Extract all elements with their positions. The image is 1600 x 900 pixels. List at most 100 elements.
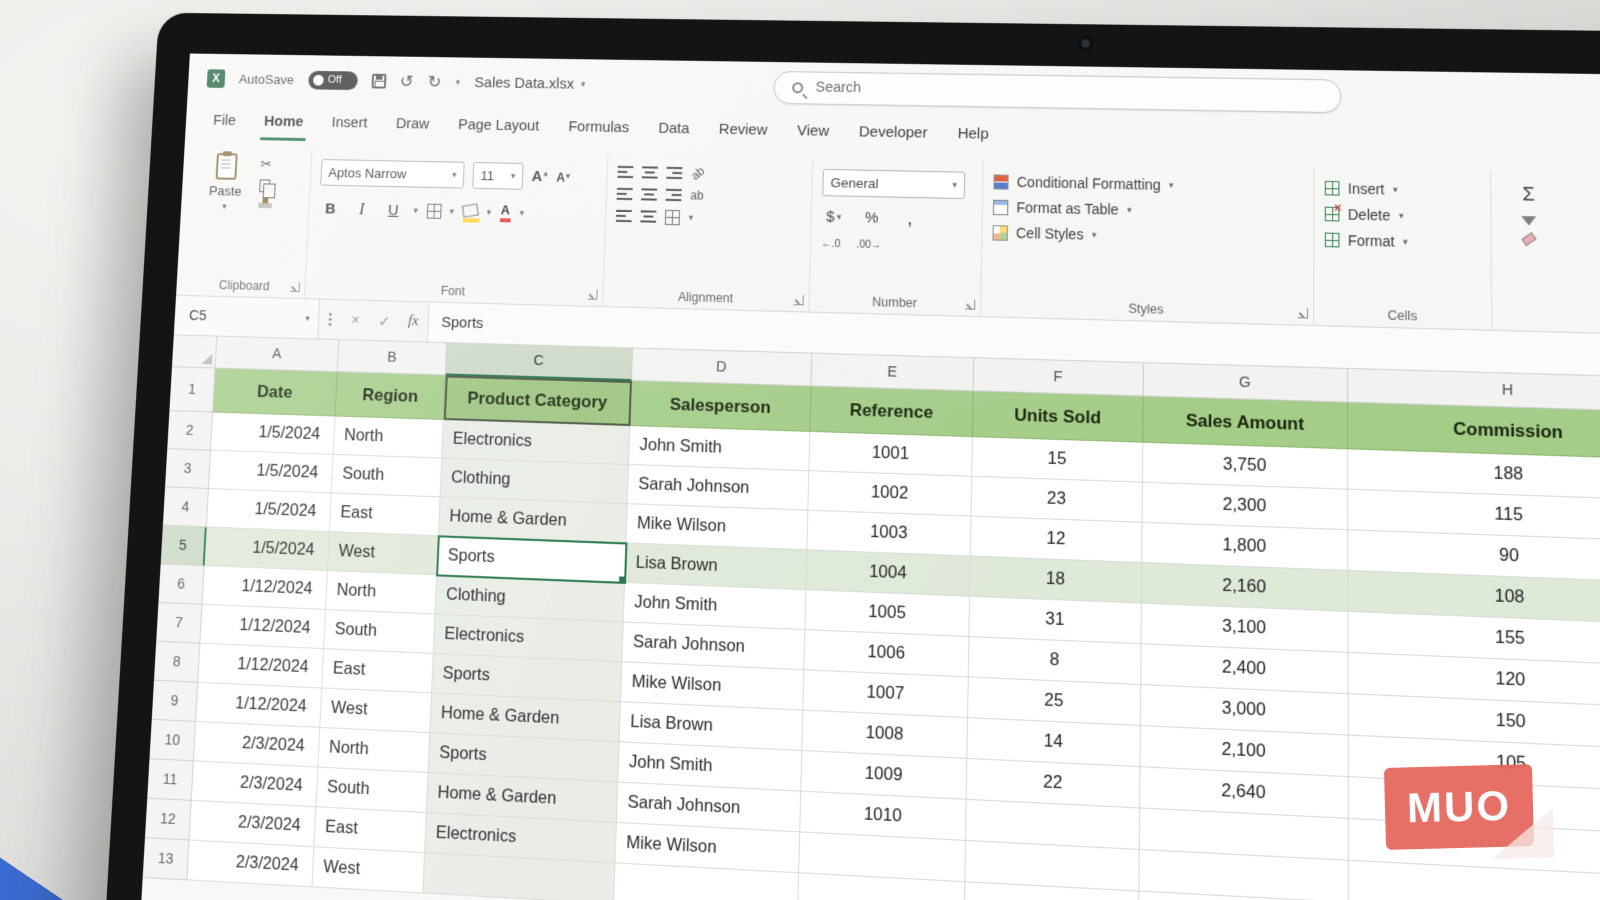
align-right-icon[interactable] [666,188,682,201]
cell-G1[interactable]: Sales Amount [1143,397,1348,450]
row-header-6[interactable]: 6 [158,564,204,605]
cell-D1[interactable]: Salesperson [630,381,811,432]
comma-format-button[interactable]: , [898,206,923,232]
column-header-F[interactable]: F [974,358,1144,396]
row-header-12[interactable]: 12 [145,799,192,841]
row-header-2[interactable]: 2 [167,411,213,451]
cell-A2[interactable]: 1/5/2024 [211,412,336,454]
row-header-7[interactable]: 7 [156,603,202,644]
cell-B3[interactable]: South [332,455,442,497]
name-box[interactable]: C5 ▾ [174,296,320,339]
cell-C3[interactable]: Clothing [441,459,630,505]
cell-A10[interactable]: 2/3/2024 [194,722,320,768]
cell-A7[interactable]: 1/12/2024 [200,605,326,649]
row-header-9[interactable]: 9 [152,681,198,722]
align-middle-icon[interactable] [642,166,658,179]
tab-insert[interactable]: Insert [317,104,383,142]
cell-D4[interactable]: Mike Wilson [626,504,808,550]
cell-B1[interactable]: Region [336,372,446,420]
align-left-icon[interactable] [617,187,633,200]
borders-icon[interactable] [426,204,441,219]
column-header-E[interactable]: E [811,354,974,392]
cell-B5[interactable]: West [328,532,439,575]
redo-icon[interactable]: ↻ [427,73,441,90]
cell-G2[interactable]: 3,750 [1143,443,1348,490]
align-bottom-icon[interactable] [666,166,682,179]
orientation-icon[interactable]: ab [688,164,707,183]
tab-file[interactable]: File [198,102,251,140]
cell-F1[interactable]: Units Sold [973,391,1144,442]
document-title[interactable]: Sales Data.xlsx ▾ [474,74,585,92]
cell-E3[interactable]: 1002 [808,471,972,516]
conditional-formatting-button[interactable]: Conditional Formatting ▾ [993,173,1303,196]
cell-B10[interactable]: North [318,728,430,773]
dialog-launcher-icon[interactable] [588,290,598,300]
column-header-A[interactable]: A [215,337,339,373]
cell-A13[interactable]: 2/3/2024 [187,841,314,888]
dialog-launcher-icon[interactable] [290,282,300,292]
cell-C1[interactable]: Product Category [444,375,632,426]
underline-options-icon[interactable]: ▾ [413,206,418,215]
undo-icon[interactable]: ↺ [400,73,414,90]
merge-center-icon[interactable] [665,210,680,225]
column-header-D[interactable]: D [632,349,812,387]
cell-B8[interactable]: East [322,649,434,693]
copy-icon[interactable] [259,179,270,192]
cell-E5[interactable]: 1004 [806,550,971,596]
fill-color-options-icon[interactable]: ▾ [487,208,492,217]
cell-B9[interactable]: West [320,688,432,733]
format-cells-button[interactable]: Format ▾ [1325,232,1480,252]
cell-A11[interactable]: 2/3/2024 [192,761,319,807]
cell-E1[interactable]: Reference [810,387,973,438]
cell-E4[interactable]: 1003 [807,511,971,557]
number-format-combo[interactable]: General ▾ [822,169,965,199]
row-header-3[interactable]: 3 [165,449,211,489]
insert-cells-button[interactable]: Insert ▾ [1325,180,1480,200]
increase-decimal-icon[interactable]: ←.0 [821,238,841,251]
align-top-icon[interactable] [617,165,633,178]
row-header-13[interactable]: 13 [143,838,190,880]
increase-indent-icon[interactable] [640,210,656,223]
cell-B2[interactable]: North [334,416,444,458]
tab-draw[interactable]: Draw [381,105,445,143]
cell-B13[interactable]: West [312,847,425,893]
merge-options-icon[interactable]: ▾ [689,213,694,222]
cell-A9[interactable]: 1/12/2024 [196,683,322,728]
font-name-combo[interactable]: Aptos Narrow ▾ [320,159,465,189]
paste-button[interactable]: Paste ▾ [198,149,254,212]
dialog-launcher-icon[interactable] [1298,308,1309,319]
tab-review[interactable]: Review [704,111,783,150]
tab-help[interactable]: Help [942,115,1004,154]
font-size-combo[interactable]: 11 ▾ [472,162,523,190]
cut-icon[interactable]: ✂ [260,156,274,173]
cell-B7[interactable]: South [324,610,435,654]
row-header-1[interactable]: 1 [169,367,215,412]
currency-format-button[interactable]: $▾ [821,204,846,230]
borders-options-icon[interactable]: ▾ [449,207,454,216]
tab-page-layout[interactable]: Page Layout [443,106,555,145]
italic-button[interactable]: I [350,197,374,222]
excel-app-icon[interactable]: X [207,69,226,88]
cell-C2[interactable]: Electronics [442,420,630,465]
autosave-toggle[interactable]: Off [308,70,358,89]
cell-B6[interactable]: North [326,571,437,615]
cell-D2[interactable]: John Smith [629,426,810,471]
autosum-icon[interactable]: Σ [1522,184,1535,207]
format-as-table-button[interactable]: Format as Table ▾ [993,199,1303,222]
tab-home[interactable]: Home [249,103,319,141]
cell-F4[interactable]: 12 [971,517,1143,564]
clear-icon[interactable] [1521,232,1536,246]
row-header-8[interactable]: 8 [154,642,200,683]
cell-A5[interactable]: 1/5/2024 [205,527,330,571]
row-header-10[interactable]: 10 [149,720,196,761]
underline-button[interactable]: U [381,198,405,223]
save-icon[interactable] [371,73,386,88]
align-center-icon[interactable] [641,188,657,201]
font-color-options-icon[interactable]: ▾ [519,209,524,218]
cell-C5[interactable]: Sports [437,536,626,583]
tab-formulas[interactable]: Formulas [553,108,644,147]
bold-button[interactable]: B [318,196,342,221]
row-header-4[interactable]: 4 [163,487,209,527]
cell-A6[interactable]: 1/12/2024 [202,566,327,610]
cancel-icon[interactable]: × [341,311,371,329]
